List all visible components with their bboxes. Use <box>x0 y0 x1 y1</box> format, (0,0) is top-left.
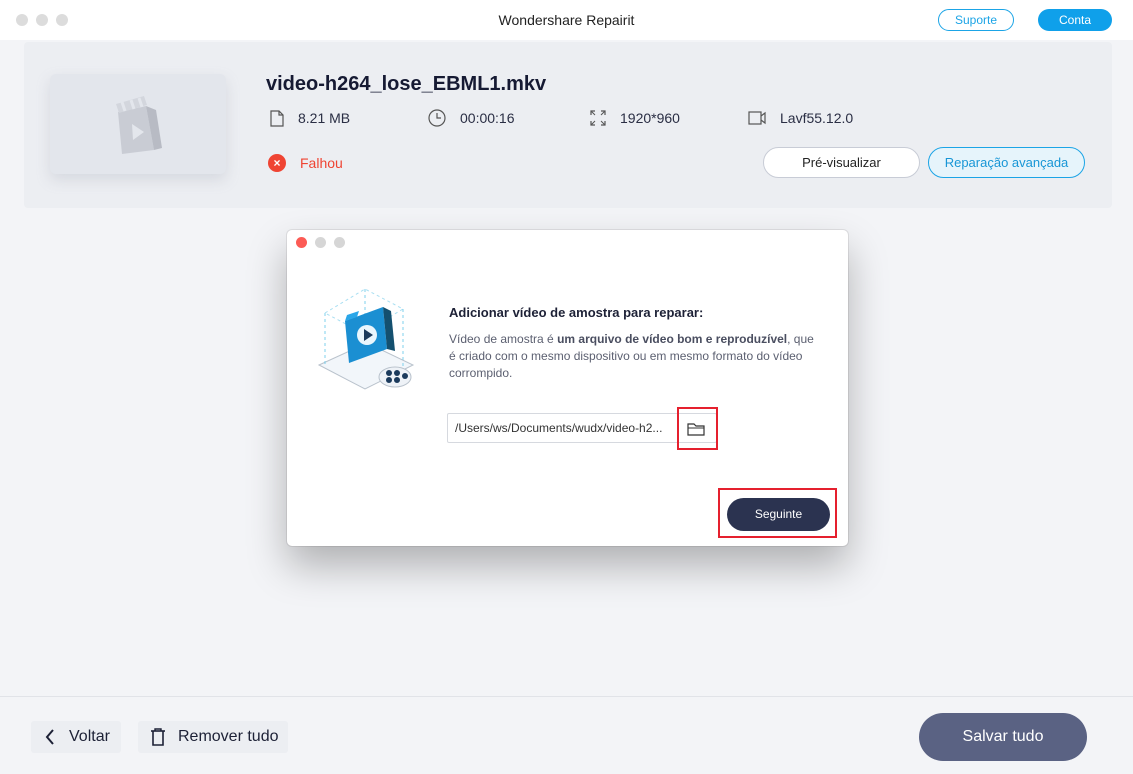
dialog-description: Vídeo de amostra é um arquivo de vídeo b… <box>449 331 819 382</box>
clock-icon <box>428 109 446 127</box>
preview-button[interactable]: Pré-visualizar <box>763 147 920 178</box>
sample-video-dialog: Adicionar vídeo de amostra para reparar:… <box>287 230 848 546</box>
save-all-button[interactable]: Salvar tudo <box>919 713 1087 761</box>
file-encoder-value: Lavf55.12.0 <box>780 110 854 126</box>
sample-path-value: /Users/ws/Documents/wudx/video-h2... <box>455 421 663 435</box>
video-thumbnail <box>50 74 226 174</box>
file-card: video-h264_lose_EBML1.mkv 8.21 MB 00:00:… <box>24 42 1112 208</box>
dialog-description-prefix: Vídeo de amostra é <box>449 332 558 346</box>
back-label: Voltar <box>69 728 110 745</box>
file-duration: 00:00:16 <box>428 108 515 128</box>
file-size-value: 8.21 MB <box>298 110 351 126</box>
remove-all-label: Remover tudo <box>178 728 279 745</box>
dialog-description-bold: um arquivo de vídeo bom e reproduzível <box>557 332 788 346</box>
dialog-zoom-dot[interactable] <box>334 237 345 248</box>
status-badge: × Falhou <box>268 154 343 172</box>
expand-icon <box>590 110 606 126</box>
trash-icon <box>151 728 165 746</box>
advanced-repair-button[interactable]: Reparação avançada <box>928 147 1085 178</box>
remove-all-button[interactable]: Remover tudo <box>138 721 288 753</box>
video-camera-icon <box>748 111 766 125</box>
support-button[interactable]: Suporte <box>938 9 1014 31</box>
video-clapper-icon <box>116 96 162 154</box>
chevron-left-icon <box>45 729 54 745</box>
sample-video-illustration-icon <box>317 288 415 390</box>
dialog-title: Adicionar vídeo de amostra para reparar: <box>449 305 704 320</box>
dialog-minimize-dot[interactable] <box>315 237 326 248</box>
title-bar: Wondershare Repairit Suporte Conta <box>0 0 1133 40</box>
account-button[interactable]: Conta <box>1038 9 1112 31</box>
next-button-highlight <box>718 488 837 538</box>
status-text: Falhou <box>300 155 343 171</box>
file-duration-value: 00:00:16 <box>460 110 515 126</box>
file-name: video-h264_lose_EBML1.mkv <box>266 73 547 95</box>
folder-button-highlight <box>677 407 718 450</box>
dialog-close-dot[interactable] <box>296 237 307 248</box>
error-x-icon: × <box>268 154 286 172</box>
file-resolution: 1920*960 <box>590 108 680 128</box>
file-resolution-value: 1920*960 <box>620 110 680 126</box>
file-encoder: Lavf55.12.0 <box>748 108 853 128</box>
bottom-bar: Voltar Remover tudo Salvar tudo <box>0 696 1133 774</box>
back-button[interactable]: Voltar <box>31 721 121 753</box>
file-size: 8.21 MB <box>270 108 350 128</box>
file-icon <box>270 109 284 127</box>
